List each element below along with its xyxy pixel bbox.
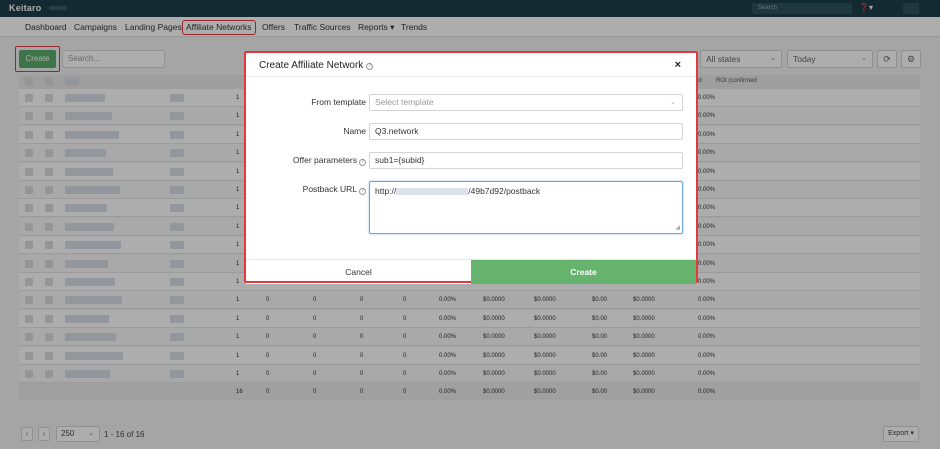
- name-field[interactable]: Q3.network: [369, 123, 683, 140]
- create-affiliate-network-modal: Create Affiliate Network? × From templat…: [244, 51, 698, 284]
- postback-url-suffix: /49b7d92/postback: [468, 186, 541, 196]
- offer-parameters-label: Offer parameters?: [246, 155, 366, 166]
- chevron-down-icon: ⌄: [670, 99, 676, 106]
- modal-header: Create Affiliate Network? ×: [246, 53, 696, 77]
- modal-footer: Cancel Create: [246, 259, 696, 284]
- template-placeholder: Select template: [375, 97, 434, 107]
- help-icon[interactable]: ?: [359, 188, 366, 195]
- resize-handle-icon[interactable]: ◢: [675, 224, 680, 231]
- postback-url-label-text: Postback URL: [302, 184, 357, 194]
- postback-url-field[interactable]: http:// /49b7d92/postback ◢: [369, 181, 683, 234]
- close-icon[interactable]: ×: [675, 59, 681, 71]
- cancel-highlight: [246, 281, 471, 283]
- postback-url-redacted: [396, 188, 469, 195]
- name-label: Name: [343, 126, 366, 136]
- help-icon[interactable]: ?: [366, 63, 374, 70]
- submit-create-button[interactable]: Create: [471, 260, 696, 284]
- postback-url-label: Postback URL?: [246, 184, 366, 195]
- postback-url-prefix: http://: [375, 186, 397, 196]
- modal-title: Create Affiliate Network?: [259, 60, 374, 71]
- modal-title-text: Create Affiliate Network: [259, 60, 364, 71]
- template-select[interactable]: Select template ⌄: [369, 94, 683, 111]
- help-icon[interactable]: ?: [359, 159, 366, 166]
- offer-parameters-field[interactable]: sub1={subid}: [369, 152, 683, 169]
- offer-parameters-label-text: Offer parameters: [292, 155, 357, 165]
- template-label: From template: [311, 97, 366, 107]
